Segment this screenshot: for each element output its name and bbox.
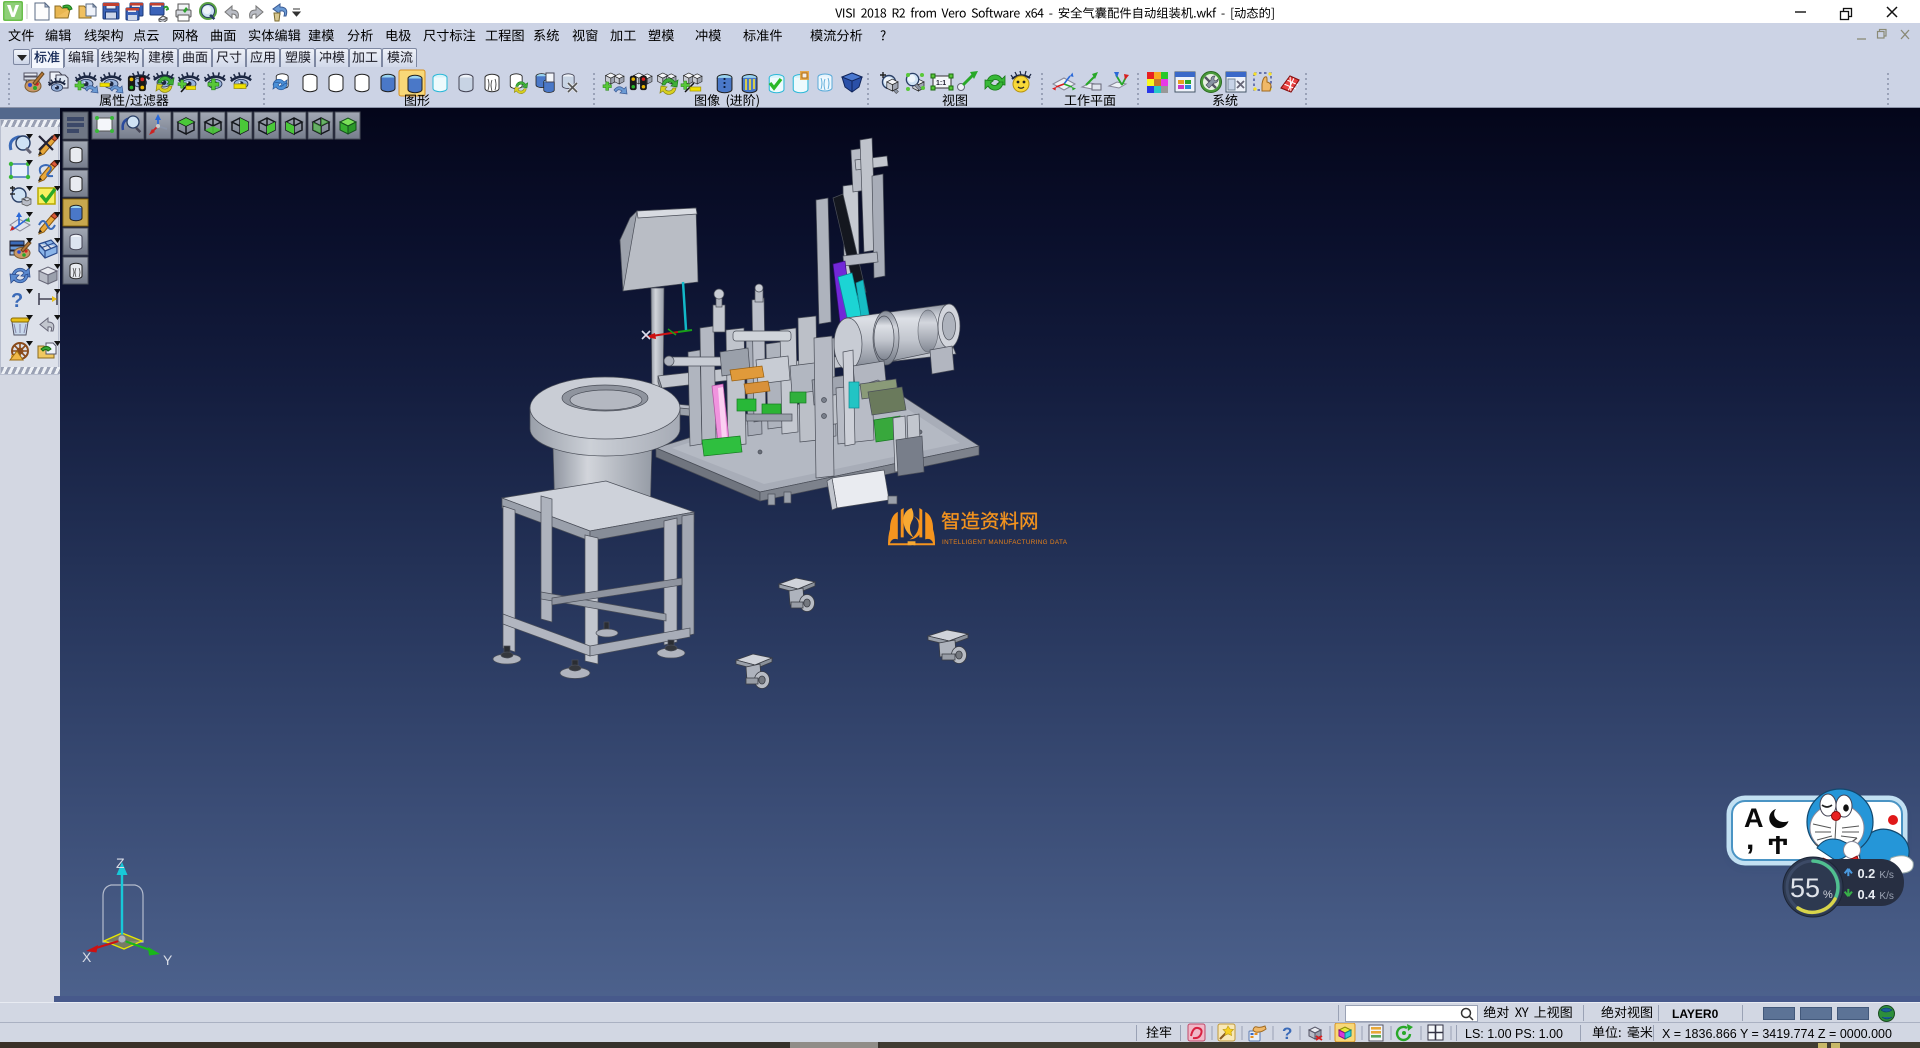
svg-text:K/s: K/s bbox=[1879, 870, 1894, 881]
svg-text:X: X bbox=[82, 949, 92, 965]
svg-text:0.4: 0.4 bbox=[1857, 887, 1876, 902]
svg-text:%: % bbox=[1823, 889, 1833, 901]
svg-text:0.2: 0.2 bbox=[1857, 866, 1875, 881]
svg-text:?: ? bbox=[1282, 1024, 1292, 1043]
svg-text:?: ? bbox=[11, 290, 23, 312]
svg-text:55: 55 bbox=[1790, 873, 1820, 903]
svg-text:K/s: K/s bbox=[1879, 891, 1894, 902]
svg-text:Z: Z bbox=[116, 855, 125, 871]
svg-text:INTELLIGENT MANUFACTURING DATA: INTELLIGENT MANUFACTURING DATA bbox=[942, 539, 1068, 546]
svg-text:Y: Y bbox=[163, 952, 173, 968]
svg-text:1:1: 1:1 bbox=[936, 80, 946, 87]
